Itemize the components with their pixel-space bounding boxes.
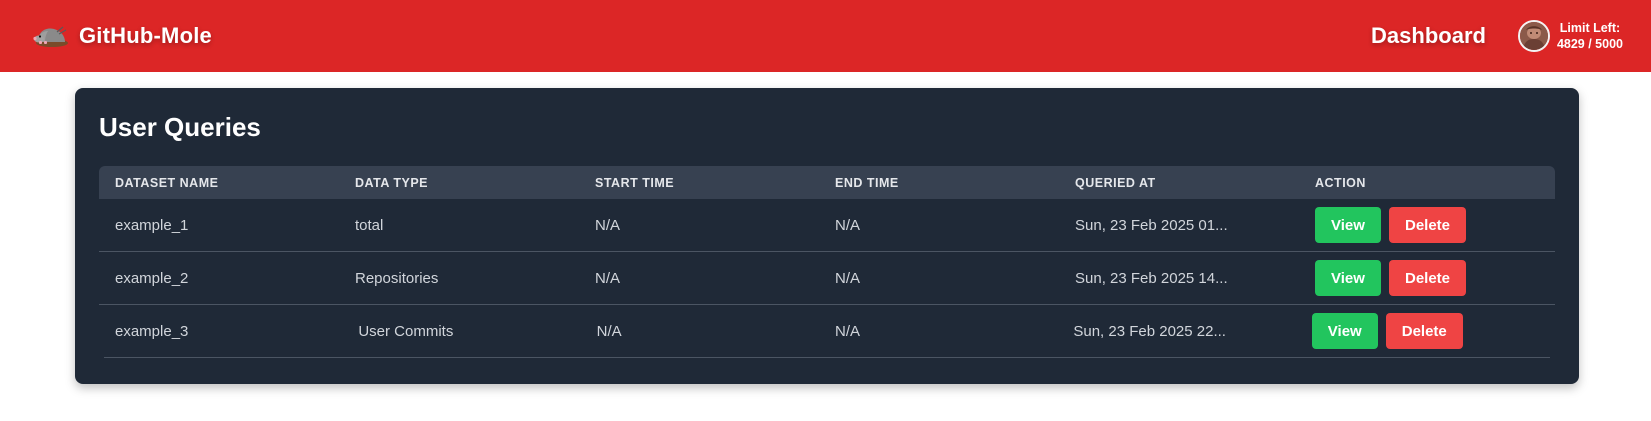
- brand-name: GitHub-Mole: [79, 23, 212, 48]
- view-button[interactable]: View: [1315, 260, 1381, 296]
- brand-link[interactable]: GitHub-Mole: [30, 23, 212, 49]
- start-time-cell: N/A: [596, 322, 622, 340]
- queries-table: DATASET NAME DATA TYPE START TIME END TI…: [99, 166, 1555, 358]
- table-row: example_1 total N/A N/A Sun, 23 Feb 2025…: [99, 199, 1555, 252]
- header-end-time: END TIME: [835, 175, 899, 190]
- header-queried-at: QUERIED AT: [1075, 175, 1156, 190]
- header-action: ACTION: [1315, 175, 1366, 190]
- dataset-name-cell: example_3: [115, 322, 189, 340]
- action-cell: View Delete: [1299, 207, 1555, 243]
- navbar: GitHub-Mole Dashboard Limit Left: 4829 /…: [0, 0, 1651, 72]
- header-dataset-name: DATASET NAME: [115, 175, 219, 190]
- action-cell: View Delete: [1299, 260, 1555, 296]
- start-time-cell: N/A: [595, 216, 621, 234]
- dashboard-link[interactable]: Dashboard: [1371, 23, 1486, 49]
- end-time-cell: N/A: [835, 269, 861, 287]
- dataset-name-cell: example_2: [115, 269, 189, 287]
- queried-at-cell: Sun, 23 Feb 2025 14...: [1075, 269, 1228, 287]
- user-avatar[interactable]: [1517, 20, 1550, 52]
- header-start-time: START TIME: [595, 175, 675, 190]
- rate-limit-indicator: Limit Left: 4829 / 5000: [1557, 20, 1623, 52]
- header-data-type: DATA TYPE: [355, 175, 429, 190]
- data-type-cell: total: [355, 216, 384, 234]
- limit-label: Limit Left:: [1559, 21, 1621, 35]
- data-type-cell: User Commits: [358, 322, 454, 340]
- table-row: example_2 Repositories N/A N/A Sun, 23 F…: [99, 252, 1555, 305]
- start-time-cell: N/A: [595, 269, 621, 287]
- delete-button[interactable]: Delete: [1385, 313, 1463, 349]
- dataset-name-cell: example_1: [115, 216, 189, 234]
- user-queries-card: User Queries DATASET NAME DATA TYPE STAR…: [75, 88, 1579, 384]
- end-time-cell: N/A: [835, 322, 861, 340]
- delete-button[interactable]: Delete: [1389, 260, 1466, 296]
- view-button[interactable]: View: [1315, 207, 1381, 243]
- limit-value: 4829 / 5000: [1556, 37, 1623, 51]
- table-row: example_3 User Commits N/A N/A Sun, 23 F…: [104, 305, 1550, 358]
- end-time-cell: N/A: [835, 216, 861, 234]
- view-button[interactable]: View: [1311, 313, 1378, 349]
- table-header: DATASET NAME DATA TYPE START TIME END TI…: [99, 166, 1555, 199]
- card-title: User Queries: [99, 112, 261, 142]
- action-cell: View Delete: [1296, 313, 1550, 349]
- queried-at-cell: Sun, 23 Feb 2025 22...: [1073, 322, 1226, 340]
- data-type-cell: Repositories: [355, 269, 439, 287]
- delete-button[interactable]: Delete: [1389, 207, 1466, 243]
- mole-icon: [30, 23, 70, 49]
- queried-at-cell: Sun, 23 Feb 2025 01...: [1075, 216, 1228, 234]
